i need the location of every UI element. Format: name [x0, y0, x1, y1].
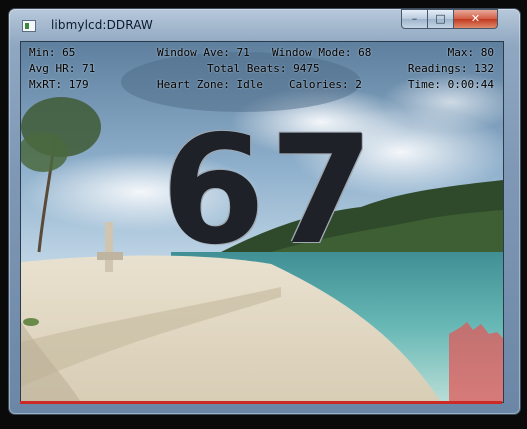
max-stat: Max: 80 — [447, 46, 494, 59]
app-icon[interactable] — [22, 20, 36, 32]
stats-overlay: Min: 65 Window Ave: 71 Window Mode: 68 M… — [21, 42, 503, 92]
total-beats-stat: Total Beats: 9475 — [207, 62, 320, 75]
heart-rate-value: 67 — [161, 104, 378, 278]
heart-zone-stat: Heart Zone: Idle — [157, 78, 263, 91]
lcd-display: Min: 65 Window Ave: 71 Window Mode: 68 M… — [20, 41, 504, 403]
avg-hr-stat: Avg HR: 71 — [29, 62, 96, 75]
calories-stat: Calories: 2 — [289, 78, 362, 91]
min-stat: Min: 65 — [29, 46, 76, 59]
status-bar — [20, 401, 502, 404]
mxrt-stat: MxRT: 179 — [29, 78, 89, 91]
window-ave-stat: Window Ave: 71 — [157, 46, 250, 59]
heart-rate-graph — [449, 322, 503, 402]
maximize-button[interactable]: □ — [427, 9, 454, 29]
window-title: libmylcd:DDRAW — [51, 18, 153, 32]
minimize-button[interactable]: – — [401, 9, 428, 29]
close-button[interactable]: ✕ — [453, 9, 498, 29]
readings-stat: Readings: 132 — [407, 62, 494, 75]
app-window: libmylcd:DDRAW – □ ✕ Min: 65 Window Ave:… — [0, 0, 527, 429]
time-stat: Time: 0:00:44 — [407, 78, 494, 91]
title-bar[interactable]: libmylcd:DDRAW – □ ✕ — [9, 9, 518, 39]
window-mode-stat: Window Mode: 68 — [272, 46, 372, 59]
